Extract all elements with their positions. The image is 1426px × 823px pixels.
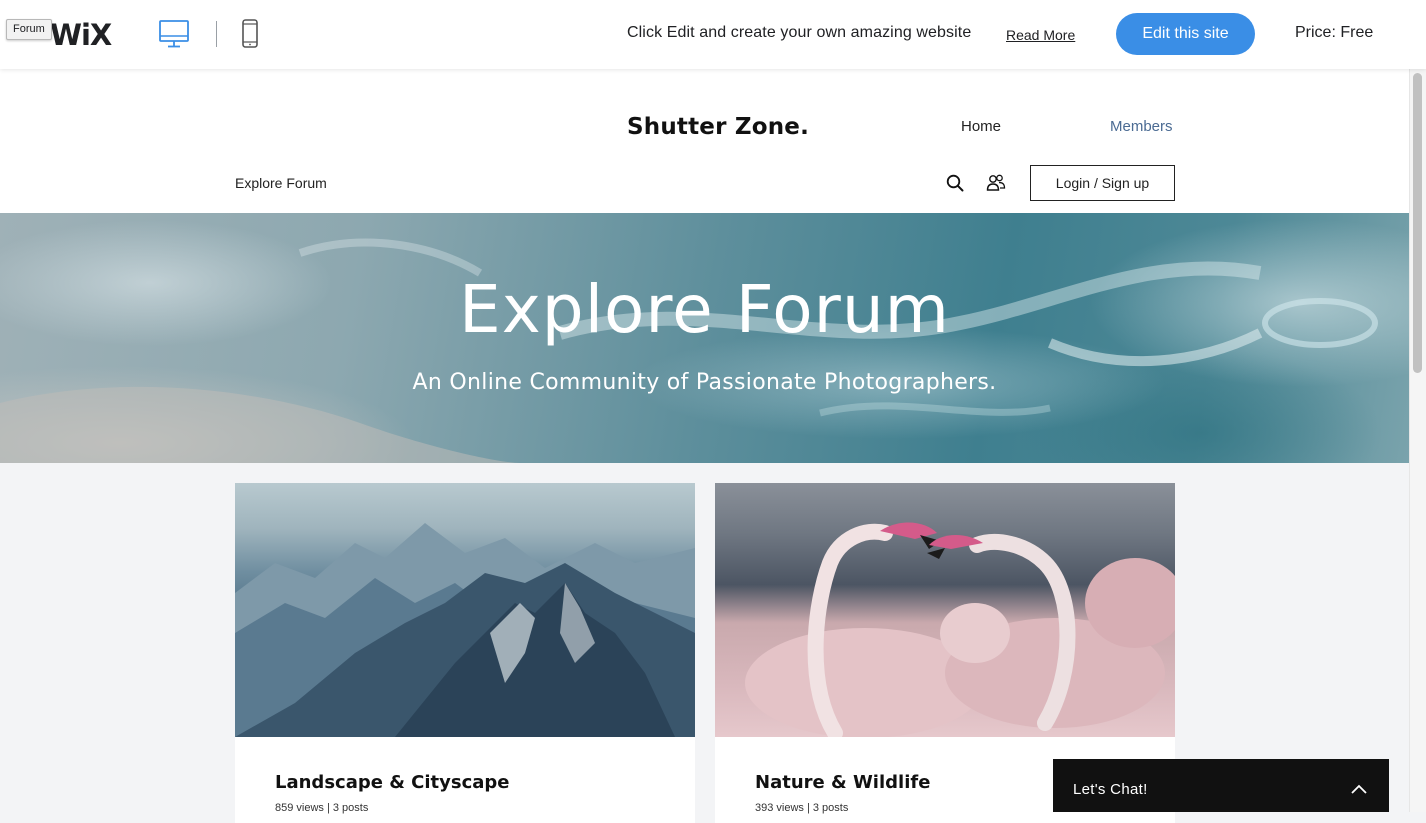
login-signup-button[interactable]: Login / Sign up — [1030, 165, 1175, 201]
hero-subtitle: An Online Community of Passionate Photog… — [412, 370, 997, 395]
device-divider — [216, 21, 217, 47]
members-icon[interactable] — [986, 173, 1006, 193]
site-title[interactable]: Shutter Zone. — [627, 114, 809, 140]
hero-title: Explore Forum — [459, 271, 950, 348]
hero-banner: Explore Forum An Online Community of Pas… — [0, 213, 1409, 463]
edit-site-button[interactable]: Edit this site — [1116, 13, 1255, 55]
promo-text: Click Edit and create your own amazing w… — [627, 24, 972, 41]
nav-item-home[interactable]: Home — [961, 118, 1001, 135]
wix-logo[interactable]: WiX — [50, 18, 112, 52]
flamingos-illustration — [745, 522, 1175, 737]
category-stats: 393 views | 3 posts — [755, 802, 849, 814]
wix-logo-text: WiX — [50, 18, 112, 52]
scrollbar-thumb[interactable] — [1413, 73, 1422, 373]
mobile-icon[interactable] — [240, 19, 260, 49]
tooltip: Forum — [6, 19, 52, 40]
chevron-up-icon[interactable] — [1351, 784, 1367, 794]
price-label: Price: Free — [1295, 24, 1374, 41]
desktop-icon[interactable] — [159, 20, 189, 48]
nav-item-members[interactable]: Members — [1110, 118, 1173, 135]
search-icon[interactable] — [946, 174, 964, 192]
category-image-flamingos[interactable] — [715, 483, 1175, 737]
wix-top-bar: WiX Forum Click Edit and create your own… — [0, 0, 1426, 69]
chat-widget[interactable]: Let's Chat! — [1053, 759, 1389, 812]
category-image-mountains[interactable] — [235, 483, 695, 737]
category-stats: 859 views | 3 posts — [275, 802, 369, 814]
read-more-link[interactable]: Read More — [1006, 27, 1075, 43]
breadcrumb[interactable]: Explore Forum — [235, 175, 327, 191]
category-card-landscape[interactable]: Landscape & Cityscape 859 views | 3 post… — [235, 483, 695, 823]
category-title[interactable]: Nature & Wildlife — [755, 772, 930, 793]
mountains-illustration — [235, 523, 695, 737]
category-title[interactable]: Landscape & Cityscape — [275, 772, 510, 793]
chat-label: Let's Chat! — [1073, 781, 1148, 798]
site-header — [0, 69, 1409, 213]
